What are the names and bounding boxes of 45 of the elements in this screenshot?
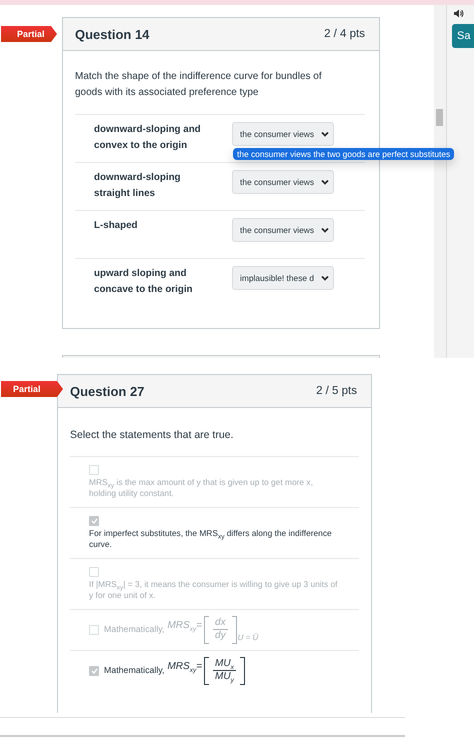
option-text: MRS$_{xy}$ is the max amount of y that is given up to get more x, holding utility constant.: [89, 476, 314, 500]
formula-condition: U = Ū: [238, 632, 258, 644]
checkbox[interactable]: [89, 464, 99, 474]
chevron-down-icon: [321, 179, 329, 185]
chevron-down-icon: [321, 275, 329, 281]
bracket-icon: [240, 656, 245, 684]
chevron-down-icon: [321, 131, 329, 137]
dropdown-option[interactable]: the consumer views the two goods are perfect substitutes: [233, 148, 454, 160]
formula-lhs: MRS$_{xy}$=: [167, 620, 202, 632]
question-prompt: Select the statements that are true.: [70, 428, 234, 443]
save-button[interactable]: Sa: [452, 24, 474, 48]
option-text: Mathematically,: [104, 664, 164, 676]
bracket-icon: [204, 656, 210, 684]
answer-dropdown[interactable]: the consumer views: [232, 170, 334, 194]
bracket-icon: [232, 616, 237, 644]
fraction-denominator: MU$_{y}$: [215, 671, 234, 683]
fraction-numerator: dx: [213, 617, 228, 630]
chevron-down-icon: [321, 227, 329, 233]
question-title: Question 27: [70, 384, 144, 398]
fraction-denominator: dy: [215, 630, 226, 642]
checkbox[interactable]: [89, 566, 99, 576]
checkbox[interactable]: [89, 624, 99, 634]
partial-badge: Partial: [1, 26, 57, 42]
checkbox[interactable]: [89, 516, 99, 526]
match-label: downward-sloping and convex to the origin: [94, 123, 202, 152]
answer-dropdown[interactable]: the consumer views: [232, 122, 334, 146]
option-text: For imperfect substitutes, the MRS$_{xy}$ differs along the indifference curve.: [89, 528, 333, 550]
match-label: L-shaped: [94, 219, 139, 233]
partial-badge: Partial: [1, 381, 63, 397]
fraction-numerator: MU$_{x}$: [213, 658, 236, 671]
question-prompt: Match the shape of the indifference curve for bundles of goods with its associated preference type: [75, 70, 323, 100]
formula-lhs: MRS$_{xy}$=: [167, 660, 202, 672]
scrollbar-thumb[interactable]: [436, 109, 443, 126]
question-title: Question 14: [75, 26, 150, 42]
match-label: upward sloping and concave to the origin: [94, 267, 194, 296]
question-points: 2 / 5 pts: [316, 385, 357, 397]
bracket-icon: [204, 616, 210, 644]
answer-dropdown[interactable]: implausible! these d: [232, 266, 334, 290]
checkbox[interactable]: [89, 666, 99, 676]
option-text: Mathematically,: [104, 624, 164, 636]
match-label: downward-sloping straight lines: [94, 171, 182, 200]
answer-dropdown[interactable]: the consumer views: [232, 218, 334, 242]
speaker-icon[interactable]: [454, 9, 464, 18]
option-text: If |MRS$_{xy}$| = 3, it means the consumer is willing to give up 3 units of y for one unit of x.: [89, 578, 338, 602]
question-points: 2 / 4 pts: [324, 28, 365, 40]
